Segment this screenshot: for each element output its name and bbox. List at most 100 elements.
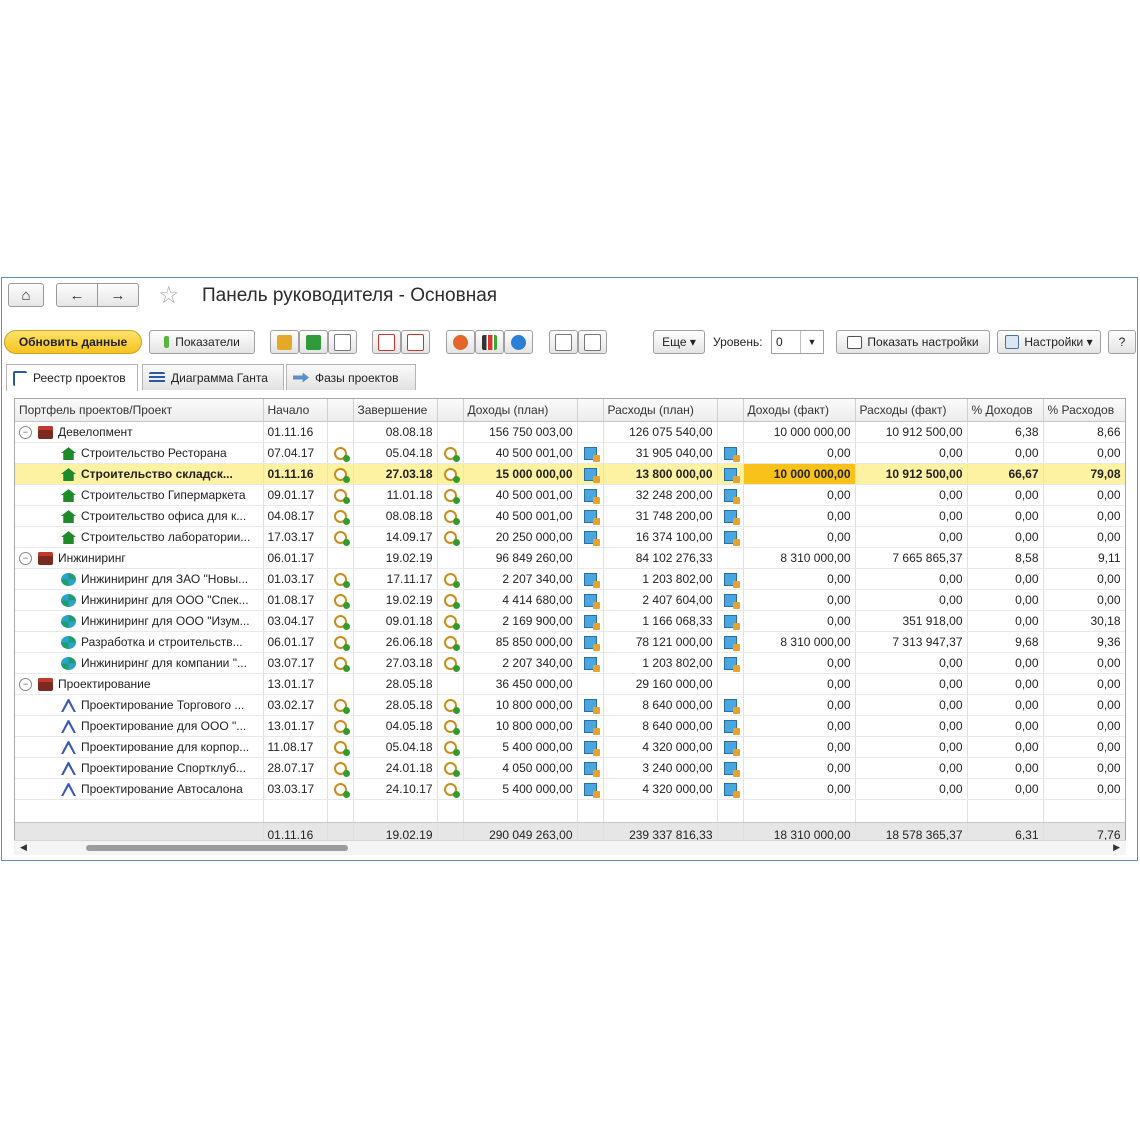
edit-button[interactable] bbox=[549, 330, 578, 354]
edit-document-icon[interactable] bbox=[583, 657, 600, 673]
edit-document-icon[interactable] bbox=[583, 447, 600, 463]
edit-document-icon[interactable] bbox=[723, 447, 740, 463]
schedule-icon[interactable] bbox=[333, 615, 350, 631]
collapse-toggle-icon[interactable]: − bbox=[19, 678, 32, 692]
table-row[interactable]: Проектирование Спортклуб... 28.07.17 24.01… bbox=[15, 757, 1125, 779]
schedule-icon[interactable] bbox=[443, 699, 460, 715]
tab-project-registry[interactable]: Реестр проектов bbox=[6, 364, 138, 391]
table-row-group[interactable]: − Проектирование 13.01.17 28.05.18 36 450 00… bbox=[15, 673, 1125, 695]
schedule-icon[interactable] bbox=[333, 762, 350, 778]
table-row[interactable]: Строительство Ресторана 07.04.17 05.04.18 4… bbox=[15, 442, 1125, 464]
level-select[interactable]: 0 ▼ bbox=[771, 330, 824, 354]
col-header-portfolio[interactable]: Портфель проектов/Проект bbox=[15, 399, 264, 422]
collapse-toggle-icon[interactable]: − bbox=[19, 552, 32, 566]
back-button[interactable]: ← bbox=[56, 283, 98, 307]
hierarchy-button[interactable] bbox=[446, 330, 475, 354]
horizontal-scrollbar[interactable]: ◀ ▶ bbox=[14, 840, 1126, 855]
edit-document-icon[interactable] bbox=[583, 762, 600, 778]
edit-document-icon[interactable] bbox=[583, 531, 600, 547]
schedule-icon[interactable] bbox=[443, 594, 460, 610]
globe-button[interactable] bbox=[504, 330, 533, 354]
schedule-icon[interactable] bbox=[333, 468, 350, 484]
scroll-left-icon[interactable]: ◀ bbox=[20, 842, 27, 853]
spellcheck-button[interactable] bbox=[372, 330, 401, 354]
col-header-income-pct[interactable]: % Доходов bbox=[967, 399, 1044, 422]
list-check-button[interactable] bbox=[401, 330, 430, 354]
show-settings-button[interactable]: Показать настройки bbox=[836, 330, 990, 354]
open-folder-button[interactable] bbox=[270, 330, 299, 354]
chart-button[interactable] bbox=[475, 330, 504, 354]
schedule-icon[interactable] bbox=[443, 468, 460, 484]
project-registry-table[interactable]: Портфель проектов/Проект Начало Завершен… bbox=[14, 398, 1126, 854]
tab-project-phases[interactable]: Фазы проектов bbox=[286, 364, 416, 390]
schedule-icon[interactable] bbox=[333, 720, 350, 736]
schedule-icon[interactable] bbox=[443, 510, 460, 526]
table-row[interactable]: Проектирование для ООО "... 13.01.17 04.05… bbox=[15, 715, 1125, 737]
schedule-icon[interactable] bbox=[333, 447, 350, 463]
schedule-icon[interactable] bbox=[333, 531, 350, 547]
table-row[interactable]: Проектирование Торгового ... 03.02.17 28.0… bbox=[15, 694, 1125, 716]
schedule-icon[interactable] bbox=[333, 636, 350, 652]
schedule-icon[interactable] bbox=[443, 762, 460, 778]
schedule-icon[interactable] bbox=[443, 615, 460, 631]
edit-document-icon[interactable] bbox=[583, 573, 600, 589]
more-menu-button[interactable]: Еще ▾ bbox=[653, 330, 705, 354]
col-header-start[interactable]: Начало bbox=[263, 399, 328, 422]
schedule-icon[interactable] bbox=[443, 657, 460, 673]
edit-document-icon[interactable] bbox=[723, 594, 740, 610]
help-button[interactable]: ? bbox=[1108, 330, 1136, 354]
edit-document-icon[interactable] bbox=[723, 489, 740, 505]
table-row[interactable]: Разработка и строительств... 06.01.17 26.0… bbox=[15, 631, 1125, 653]
edit-document-icon[interactable] bbox=[723, 531, 740, 547]
table-row[interactable]: Строительство складск... 01.11.16 27.03.18… bbox=[15, 463, 1125, 485]
table-row-group[interactable]: − Девелопмент 01.11.16 08.08.18 156 750 003,… bbox=[15, 421, 1125, 443]
forward-button[interactable]: → bbox=[97, 283, 139, 307]
col-header-expense-fact[interactable]: Расходы (факт) bbox=[855, 399, 968, 422]
edit-pr-button[interactable] bbox=[578, 330, 607, 354]
col-header-end[interactable]: Завершение bbox=[353, 399, 438, 422]
schedule-icon[interactable] bbox=[443, 573, 460, 589]
schedule-icon[interactable] bbox=[333, 699, 350, 715]
edit-document-icon[interactable] bbox=[583, 636, 600, 652]
table-row[interactable]: Инжиниринг для ООО "Изум... 03.04.17 09.01… bbox=[15, 610, 1125, 632]
table-row[interactable]: Строительство Гипермаркета 09.01.17 11.01.… bbox=[15, 484, 1125, 506]
edit-document-icon[interactable] bbox=[583, 594, 600, 610]
col-header-expense-pct[interactable]: % Расходов bbox=[1043, 399, 1125, 422]
home-button[interactable]: ⌂ bbox=[8, 283, 44, 307]
edit-document-icon[interactable] bbox=[723, 510, 740, 526]
edit-document-icon[interactable] bbox=[583, 720, 600, 736]
schedule-icon[interactable] bbox=[333, 573, 350, 589]
edit-document-icon[interactable] bbox=[723, 720, 740, 736]
edit-document-icon[interactable] bbox=[583, 510, 600, 526]
schedule-icon[interactable] bbox=[333, 783, 350, 799]
table-row[interactable]: Проектирование для корпор... 11.08.17 05.0… bbox=[15, 736, 1125, 758]
edit-document-icon[interactable] bbox=[723, 762, 740, 778]
tab-gantt-chart[interactable]: Диаграмма Ганта bbox=[142, 364, 284, 390]
book-button[interactable] bbox=[299, 330, 328, 354]
col-header-income-plan[interactable]: Доходы (план) bbox=[463, 399, 578, 422]
settings-menu-button[interactable]: Настройки ▾ bbox=[997, 330, 1101, 354]
schedule-icon[interactable] bbox=[333, 594, 350, 610]
edit-document-icon[interactable] bbox=[583, 468, 600, 484]
table-row[interactable]: Инжиниринг для ЗАО "Новы... 01.03.17 17.11… bbox=[15, 568, 1125, 590]
scrollbar-thumb[interactable] bbox=[86, 845, 348, 851]
col-header-income-fact[interactable]: Доходы (факт) bbox=[743, 399, 856, 422]
table-row[interactable]: Строительство лаборатории... 17.03.17 14.0… bbox=[15, 526, 1125, 548]
table-row[interactable]: Инжиниринг для ООО "Спек... 01.08.17 19.02… bbox=[15, 589, 1125, 611]
schedule-icon[interactable] bbox=[333, 741, 350, 757]
table-row[interactable]: Строительство офиса для к... 04.08.17 08.0… bbox=[15, 505, 1125, 527]
schedule-icon[interactable] bbox=[443, 636, 460, 652]
schedule-icon[interactable] bbox=[443, 489, 460, 505]
favorite-star-icon[interactable]: ☆ bbox=[158, 281, 180, 310]
edit-document-icon[interactable] bbox=[583, 489, 600, 505]
edit-document-icon[interactable] bbox=[723, 657, 740, 673]
edit-document-icon[interactable] bbox=[723, 636, 740, 652]
edit-document-icon[interactable] bbox=[723, 699, 740, 715]
schedule-icon[interactable] bbox=[443, 741, 460, 757]
edit-document-icon[interactable] bbox=[583, 699, 600, 715]
schedule-icon[interactable] bbox=[333, 657, 350, 673]
edit-document-icon[interactable] bbox=[583, 783, 600, 799]
scroll-right-icon[interactable]: ▶ bbox=[1113, 842, 1120, 853]
edit-document-icon[interactable] bbox=[723, 615, 740, 631]
edit-document-icon[interactable] bbox=[583, 741, 600, 757]
